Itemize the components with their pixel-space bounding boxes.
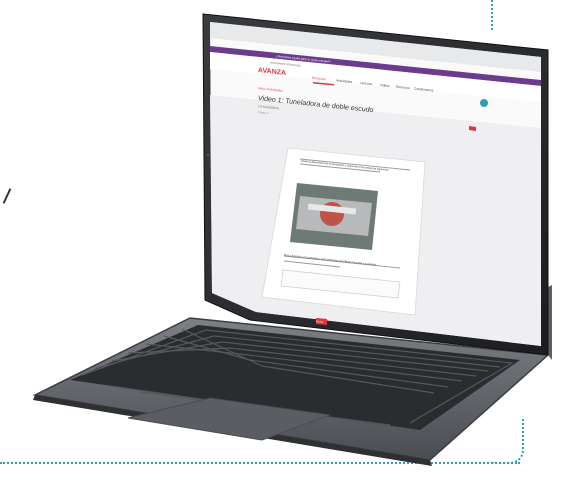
submit-button-label[interactable]: Enviar bbox=[316, 319, 323, 324]
photo-stage: Avanza avanzaweb.cr/recursos ¿Necesitas … bbox=[0, 0, 579, 488]
avatar[interactable] bbox=[480, 99, 488, 107]
tablet-keyboard-scene: Avanza avanzaweb.cr/recursos ¿Necesitas … bbox=[32, 13, 552, 466]
tablet bbox=[202, 13, 549, 356]
